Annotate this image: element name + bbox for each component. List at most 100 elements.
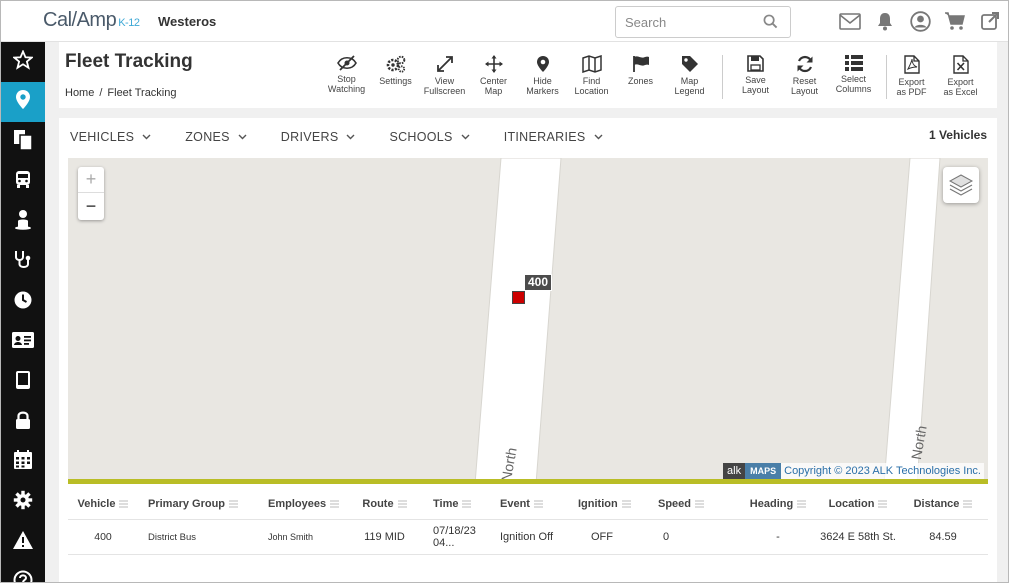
main-content: Fleet Tracking Home / Fleet Tracking Stop W… bbox=[45, 42, 1008, 582]
column-header-distance[interactable]: Distance bbox=[898, 498, 988, 510]
copyright-text[interactable]: Copyright © 2023 ALK Technologies Inc. bbox=[781, 465, 984, 477]
map-view[interactable]: North North + − 400 alk MAPS Copyright © 2… bbox=[68, 158, 988, 484]
reset-layout-button[interactable]: Reset Layout bbox=[780, 55, 829, 96]
sidebar-item-favorites[interactable] bbox=[1, 42, 45, 82]
bus-icon bbox=[13, 169, 33, 195]
list-icon bbox=[844, 55, 863, 71]
zones-button[interactable]: Zones bbox=[616, 55, 665, 86]
column-header-speed[interactable]: Speed bbox=[658, 498, 738, 510]
sidebar-item-time[interactable] bbox=[1, 282, 45, 322]
sidebar-item-alerts[interactable] bbox=[1, 522, 45, 562]
column-menu-icon[interactable] bbox=[695, 500, 705, 508]
zoom-in-button[interactable]: + bbox=[78, 167, 104, 193]
sidebar-item-tracking[interactable] bbox=[1, 82, 45, 122]
map-legend-button[interactable]: Map Legend bbox=[665, 55, 714, 96]
select-columns-button[interactable]: Select Columns bbox=[829, 55, 878, 94]
sidebar-item-bus[interactable] bbox=[1, 162, 45, 202]
sidebar-item-health[interactable] bbox=[1, 242, 45, 282]
cart-icon[interactable] bbox=[943, 10, 967, 32]
filter-vehicles[interactable]: VEHICLES bbox=[70, 130, 151, 144]
column-menu-icon[interactable] bbox=[797, 500, 807, 508]
lock-icon bbox=[14, 410, 32, 435]
center-map-label-1: Center bbox=[479, 76, 507, 86]
column-header-location[interactable]: Location bbox=[818, 498, 898, 510]
column-header-label: Distance bbox=[913, 497, 960, 510]
bell-icon[interactable] bbox=[873, 10, 897, 32]
chevron-down-icon bbox=[346, 134, 355, 140]
warning-icon bbox=[12, 530, 34, 555]
hide-markers-button[interactable]: Hide Markers bbox=[518, 55, 567, 96]
save-layout-button[interactable]: Save Layout bbox=[731, 55, 780, 95]
find-location-button[interactable]: Find Location bbox=[567, 55, 616, 96]
sidebar-item-settings[interactable] bbox=[1, 482, 45, 522]
search-icon[interactable] bbox=[763, 14, 778, 34]
save-layout-label-2: Layout bbox=[741, 85, 770, 95]
stop-watching-button[interactable]: Stop Watching bbox=[322, 55, 371, 94]
sidebar-item-tablet[interactable] bbox=[1, 362, 45, 402]
column-menu-icon[interactable] bbox=[119, 500, 129, 508]
column-menu-icon[interactable] bbox=[462, 500, 472, 508]
logo-suffix: K-12 bbox=[118, 17, 140, 29]
id-card-icon bbox=[11, 331, 35, 354]
filter-zones-label: ZONES bbox=[185, 130, 230, 144]
column-menu-icon[interactable] bbox=[229, 500, 239, 508]
column-header-time[interactable]: Time bbox=[418, 498, 498, 510]
view-fullscreen-button[interactable]: View Fullscreen bbox=[420, 55, 469, 96]
column-menu-icon[interactable] bbox=[397, 500, 407, 508]
filter-zones[interactable]: ZONES bbox=[185, 130, 247, 144]
settings-label: Settings bbox=[379, 76, 412, 86]
settings-button[interactable]: Settings bbox=[371, 55, 420, 86]
sidebar-item-id-cards[interactable] bbox=[1, 322, 45, 362]
layers-button[interactable] bbox=[943, 167, 979, 203]
column-header-label: Heading bbox=[749, 497, 794, 510]
column-menu-icon[interactable] bbox=[963, 500, 973, 508]
filter-schools[interactable]: SCHOOLS bbox=[389, 130, 470, 144]
filter-itineraries[interactable]: ITINERARIES bbox=[504, 130, 603, 144]
column-menu-icon[interactable] bbox=[621, 500, 631, 508]
cell-location: 3624 E 58th St. bbox=[820, 531, 896, 543]
column-header-employees[interactable]: Employees bbox=[258, 498, 351, 510]
column-menu-icon[interactable] bbox=[330, 500, 340, 508]
sidebar-item-help[interactable] bbox=[1, 562, 45, 582]
export-pdf-button[interactable]: Export as PDF bbox=[887, 55, 936, 97]
column-header-event[interactable]: Event bbox=[498, 498, 578, 510]
hide-markers-label-1: Hide bbox=[533, 76, 552, 86]
sidebar-item-calendar[interactable] bbox=[1, 442, 45, 482]
center-map-button[interactable]: Center Map bbox=[469, 55, 518, 96]
mail-icon[interactable] bbox=[838, 10, 862, 32]
table-row[interactable]: 400 District Bus John Smith 119 MID 07/1… bbox=[68, 520, 988, 555]
column-menu-icon[interactable] bbox=[533, 500, 543, 508]
stethoscope-icon bbox=[13, 249, 33, 275]
breadcrumb-home[interactable]: Home bbox=[65, 87, 94, 99]
cell-primary-group: District Bus bbox=[148, 531, 197, 543]
reset-layout-label-1: Reset bbox=[792, 76, 817, 86]
external-link-icon[interactable] bbox=[978, 10, 1002, 32]
column-header-ignition[interactable]: Ignition bbox=[578, 498, 658, 510]
vehicle-marker-label[interactable]: 400 bbox=[524, 274, 553, 291]
sidebar-item-documents[interactable] bbox=[1, 122, 45, 162]
column-header-vehicle[interactable]: Vehicle bbox=[68, 498, 138, 510]
map-bottom-strip bbox=[68, 479, 988, 484]
chevron-down-icon bbox=[594, 134, 602, 140]
column-header-route[interactable]: Route bbox=[351, 498, 418, 510]
app-logo[interactable]: Cal/Amp K-12 bbox=[43, 9, 140, 32]
column-header-primary-group[interactable]: Primary Group bbox=[138, 498, 258, 510]
export-excel-button[interactable]: Export as Excel bbox=[936, 55, 985, 97]
page-title: Fleet Tracking bbox=[65, 51, 193, 72]
cell-time: 07/18/23 04... bbox=[433, 525, 476, 549]
flag-icon bbox=[632, 56, 649, 72]
column-header-heading[interactable]: Heading bbox=[738, 498, 818, 510]
column-menu-icon[interactable] bbox=[878, 500, 888, 508]
tablet-icon bbox=[15, 370, 31, 395]
search-input[interactable] bbox=[625, 8, 765, 36]
alk-logo: alk bbox=[723, 463, 746, 479]
sidebar-item-students[interactable] bbox=[1, 202, 45, 242]
pdf-icon bbox=[903, 55, 920, 74]
filter-drivers[interactable]: DRIVERS bbox=[281, 130, 356, 144]
zoom-out-button[interactable]: − bbox=[78, 193, 104, 219]
filter-bar: VEHICLES ZONES DRIVERS SCHOOLS ITINERARI… bbox=[70, 130, 637, 144]
user-icon[interactable] bbox=[908, 10, 932, 32]
vehicle-marker[interactable] bbox=[512, 291, 525, 304]
sidebar-item-security[interactable] bbox=[1, 402, 45, 442]
search-box[interactable] bbox=[615, 6, 791, 38]
